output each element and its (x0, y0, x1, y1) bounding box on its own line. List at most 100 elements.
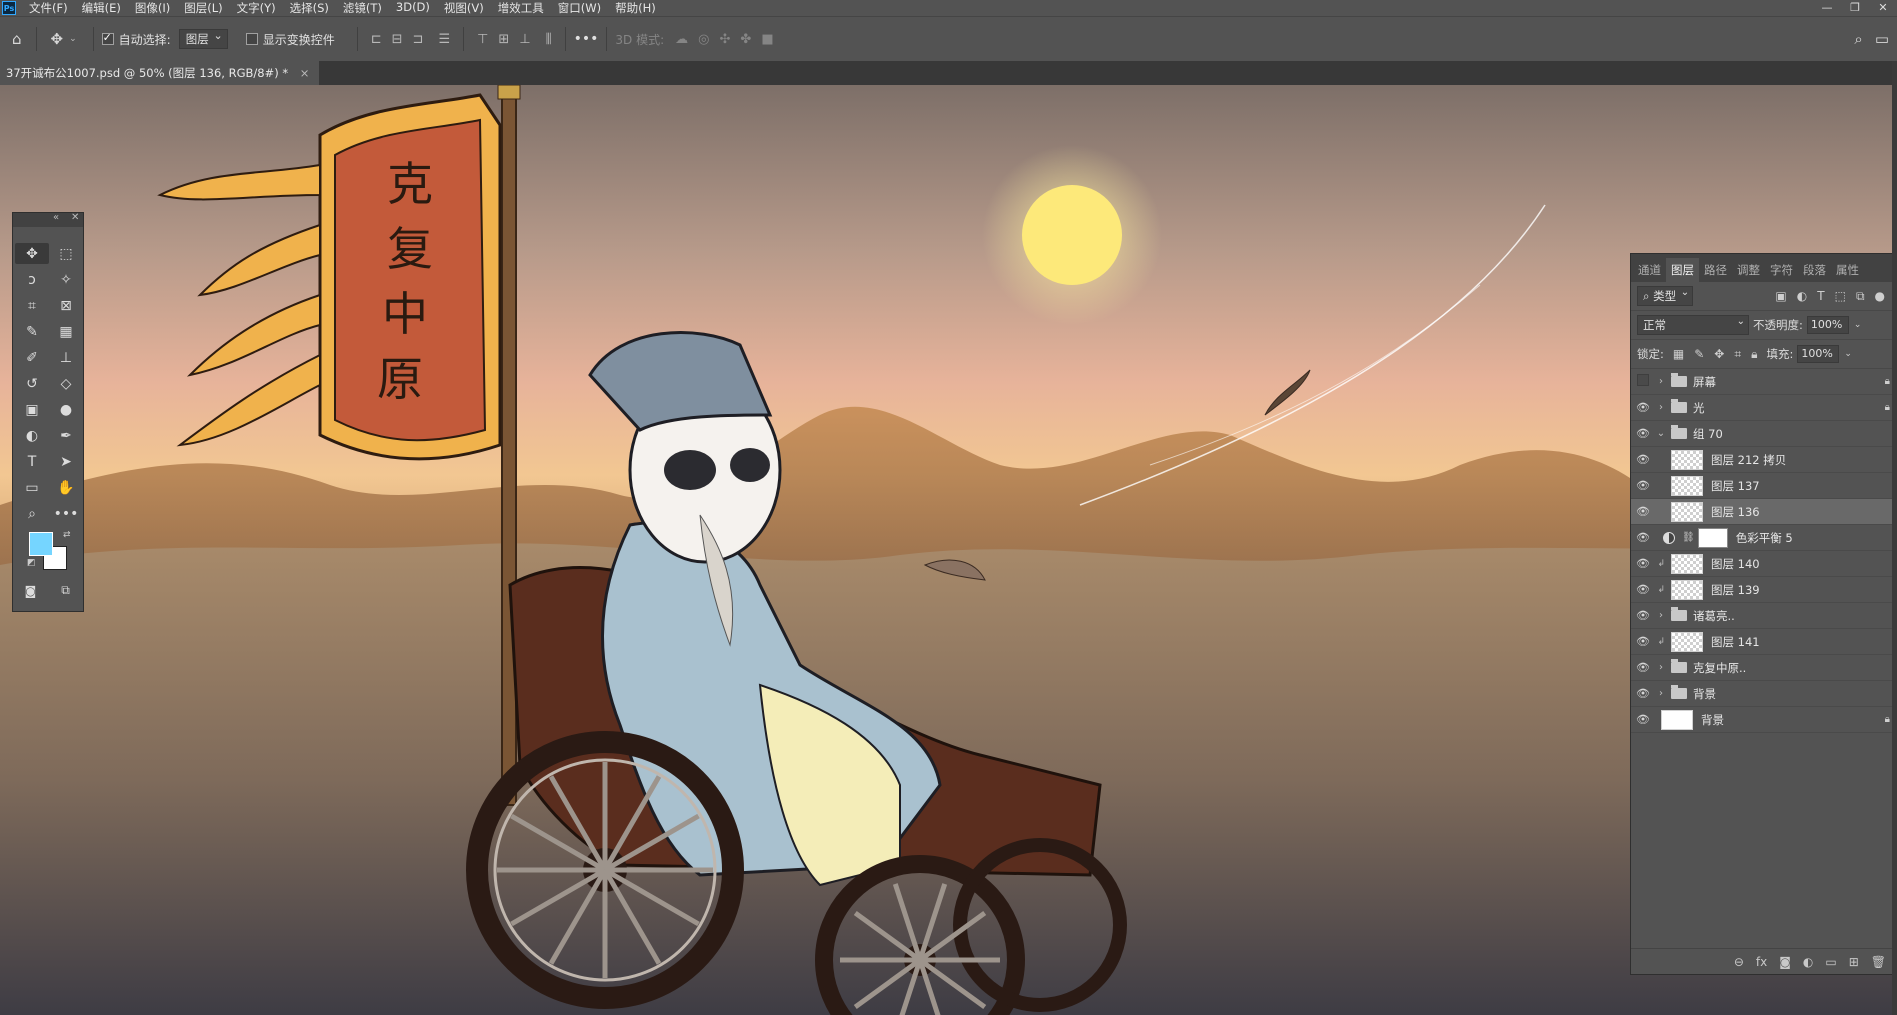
visibility-eye-icon[interactable]: 👁︎ (1631, 661, 1655, 674)
visibility-eye-icon[interactable]: 👁︎ (1631, 427, 1655, 440)
chain-link-icon[interactable]: ⛓ (1682, 532, 1695, 543)
auto-select-checkbox[interactable] (101, 31, 114, 45)
panel-tab[interactable]: 调整 (1732, 258, 1765, 282)
type-tool-icon[interactable]: T (15, 451, 49, 472)
filter-adjustment-icon[interactable]: ◐ (1797, 289, 1807, 303)
align-bottom-icon[interactable]: ⊥ (519, 32, 530, 47)
move-tool-icon[interactable]: ✥ (51, 30, 64, 48)
chevron-down-icon[interactable]: ⌄ (1655, 428, 1667, 439)
document-tab[interactable]: 37开诚布公1007.psd @ 50% (图层 136, RGB/8#) * … (0, 61, 320, 85)
layer-thumbnail[interactable] (1671, 501, 1703, 522)
visibility-eye-icon[interactable]: 👁︎ (1631, 583, 1655, 596)
3d-slide-icon[interactable]: ✤ (740, 32, 751, 47)
patch-tool-icon[interactable]: ▦ (49, 321, 83, 342)
layer-row[interactable]: 👁︎ ↲ 图层 141 (1631, 629, 1896, 655)
layer-thumbnail[interactable] (1661, 709, 1693, 730)
menu-item[interactable]: 3D(D) (389, 0, 437, 16)
move-tool-icon[interactable]: ✥ (15, 243, 49, 264)
menu-item[interactable]: 视图(V) (437, 0, 491, 16)
panel-tab[interactable]: 通道 (1633, 258, 1666, 282)
layer-row[interactable]: 👁︎ ↲ 图层 139 (1631, 577, 1896, 603)
menu-item[interactable]: 选择(S) (283, 0, 336, 16)
menu-item[interactable]: 文字(Y) (230, 0, 283, 16)
eyedropper-tool-icon[interactable]: ✎ (15, 321, 49, 342)
pen-tool-icon[interactable]: ✒ (49, 425, 83, 446)
close-panel-icon[interactable]: ✕ (71, 212, 79, 223)
adjustment-layer-icon[interactable]: ◐ (1803, 955, 1813, 969)
chevron-right-icon[interactable]: › (1655, 662, 1667, 673)
panel-tab[interactable]: 图层 (1666, 258, 1699, 282)
3d-orbit-icon[interactable]: ☁ (675, 32, 688, 47)
crop-tool-icon[interactable]: ⌗ (15, 295, 49, 316)
visibility-eye-icon[interactable]: 👁︎ (1631, 479, 1655, 492)
layer-thumbnail[interactable] (1671, 449, 1703, 470)
filter-pixel-icon[interactable]: ▣ (1775, 289, 1786, 303)
lock-pixels-icon[interactable]: ✎ (1694, 347, 1704, 361)
3d-roll-icon[interactable]: ◎ (698, 32, 709, 47)
swap-colors-icon[interactable]: ⇄ (63, 530, 71, 540)
menu-item[interactable]: 编辑(E) (75, 0, 128, 16)
layer-row[interactable]: 👁︎ 图层 136 (1631, 499, 1896, 525)
default-colors-icon[interactable]: ◩ (27, 558, 36, 568)
menu-item[interactable]: 图像(I) (128, 0, 177, 16)
chevron-right-icon[interactable]: › (1655, 610, 1667, 621)
chevron-down-icon[interactable]: ⌄ (1854, 320, 1862, 330)
chevron-right-icon[interactable]: › (1655, 688, 1667, 699)
brush-tool-icon[interactable]: ✐ (15, 347, 49, 368)
layer-row[interactable]: 👁︎ ⛓ 色彩平衡 5 (1631, 525, 1896, 551)
lasso-tool-icon[interactable]: ↄ (15, 269, 49, 290)
visibility-eye-icon[interactable]: 👁︎ (1631, 713, 1655, 726)
opacity-input[interactable]: 100% (1806, 316, 1849, 334)
rectangle-tool-icon[interactable]: ▭ (15, 477, 49, 498)
lock-transparency-icon[interactable]: ▦ (1673, 347, 1684, 361)
visibility-eye-icon[interactable]: 👁︎ (1631, 401, 1655, 414)
new-layer-icon[interactable]: ⊞ (1849, 955, 1859, 969)
distribute-horizontal-icon[interactable]: ☰ (438, 32, 450, 47)
magic-wand-tool-icon[interactable]: ✧ (49, 269, 83, 290)
lock-position-icon[interactable]: ✥ (1714, 347, 1724, 361)
chevron-right-icon[interactable]: › (1655, 402, 1667, 413)
layer-row[interactable]: 👁︎ › 诸葛亮.. (1631, 603, 1896, 629)
panel-tab[interactable]: 路径 (1699, 258, 1732, 282)
add-mask-icon[interactable]: ◙ (1779, 955, 1791, 969)
layer-thumbnail[interactable] (1671, 579, 1703, 600)
edit-toolbar-icon[interactable]: ••• (49, 503, 83, 524)
layer-row[interactable]: 👁︎ › 背景 (1631, 681, 1896, 707)
history-brush-tool-icon[interactable]: ↺ (15, 373, 49, 394)
home-icon[interactable]: ⌂ (12, 30, 22, 48)
minimize-button[interactable]: — (1813, 0, 1841, 16)
panel-tab[interactable]: 字符 (1765, 258, 1798, 282)
align-left-icon[interactable]: ⊏ (371, 32, 382, 47)
link-layers-icon[interactable]: ⊖ (1734, 955, 1744, 969)
panel-tab[interactable]: 段落 (1798, 258, 1831, 282)
3d-pan-icon[interactable]: ✣ (720, 32, 731, 47)
search-icon[interactable]: ⌕ (1854, 30, 1862, 48)
path-select-tool-icon[interactable]: ➤ (49, 451, 83, 472)
visibility-eye-icon[interactable]: 👁︎ (1631, 531, 1655, 544)
stamp-tool-icon[interactable]: ⊥ (49, 347, 83, 368)
menu-item[interactable]: 窗口(W) (551, 0, 608, 16)
menu-item[interactable]: 帮助(H) (608, 0, 663, 16)
new-group-icon[interactable]: ▭ (1825, 955, 1836, 969)
layer-row[interactable]: 👁︎ › 光 🔒︎ (1631, 395, 1896, 421)
layer-row[interactable]: 👁︎ ⌄ 组 70 (1631, 421, 1896, 447)
visibility-eye-icon[interactable]: 👁︎ (1631, 609, 1655, 622)
close-tab-icon[interactable]: × (300, 66, 310, 80)
close-button[interactable]: ✕ (1869, 0, 1897, 16)
3d-scale-icon[interactable]: ■ (761, 32, 773, 47)
chevron-down-icon[interactable]: ⌄ (1844, 349, 1852, 359)
menu-item[interactable]: 图层(L) (177, 0, 229, 16)
layer-row[interactable]: 👁︎ 背景 🔒︎ (1631, 707, 1896, 733)
zoom-tool-icon[interactable]: ⌕ (15, 503, 49, 524)
blend-mode-select[interactable]: 正常 (1637, 313, 1749, 335)
menu-item[interactable]: 文件(F) (22, 0, 75, 16)
blur-tool-icon[interactable]: ● (49, 399, 83, 420)
align-hcenter-icon[interactable]: ⊟ (392, 32, 403, 47)
layer-mask-thumbnail[interactable] (1697, 527, 1728, 548)
frame-tool-icon[interactable]: ⊠ (49, 295, 83, 316)
layer-row[interactable]: 👁︎ ↲ 图层 140 (1631, 551, 1896, 577)
eraser-tool-icon[interactable]: ◇ (49, 373, 83, 394)
visibility-eye-icon[interactable]: 👁︎ (1631, 505, 1655, 518)
gradient-tool-icon[interactable]: ▣ (15, 399, 49, 420)
filter-smart-object-icon[interactable]: ⧉ (1856, 289, 1865, 304)
